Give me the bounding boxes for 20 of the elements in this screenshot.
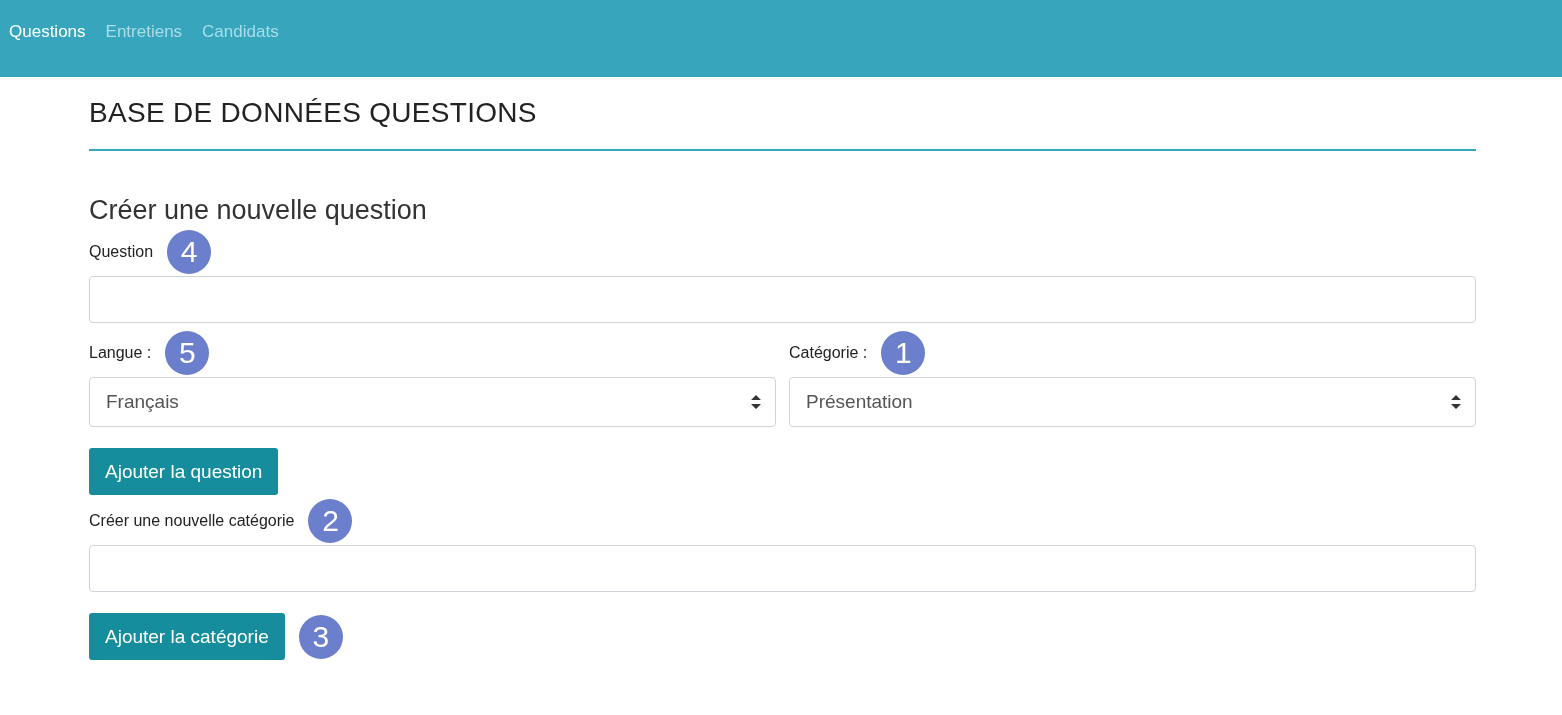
number-badge: 3 [298, 614, 343, 659]
select-dropdown[interactable]: Présentation [789, 377, 1476, 427]
nav-link[interactable]: Questions [9, 20, 86, 44]
number-badge: 1 [881, 331, 926, 375]
category-input[interactable] [89, 545, 1476, 592]
sort-caret-icon [751, 395, 761, 409]
form-title: Créer une nouvelle question [89, 195, 428, 226]
question-input[interactable] [89, 276, 1476, 323]
add-category-button[interactable]: Ajouter la catégorie [89, 613, 285, 660]
field-label: Question [89, 243, 154, 261]
page-title: BASE DE DONNÉES QUESTIONS [89, 77, 1476, 151]
field-label: Catégorie : [789, 344, 868, 362]
select-dropdown[interactable]: Français [89, 377, 776, 427]
field-label: Créer une nouvelle catégorie [89, 512, 295, 530]
field-label: Langue : [89, 344, 152, 362]
number-badge: 4 [167, 230, 212, 274]
number-badge: 2 [308, 499, 353, 543]
add-question-button[interactable]: Ajouter la question [89, 448, 279, 495]
sort-caret-icon [1451, 395, 1461, 409]
number-badge: 5 [165, 331, 210, 375]
